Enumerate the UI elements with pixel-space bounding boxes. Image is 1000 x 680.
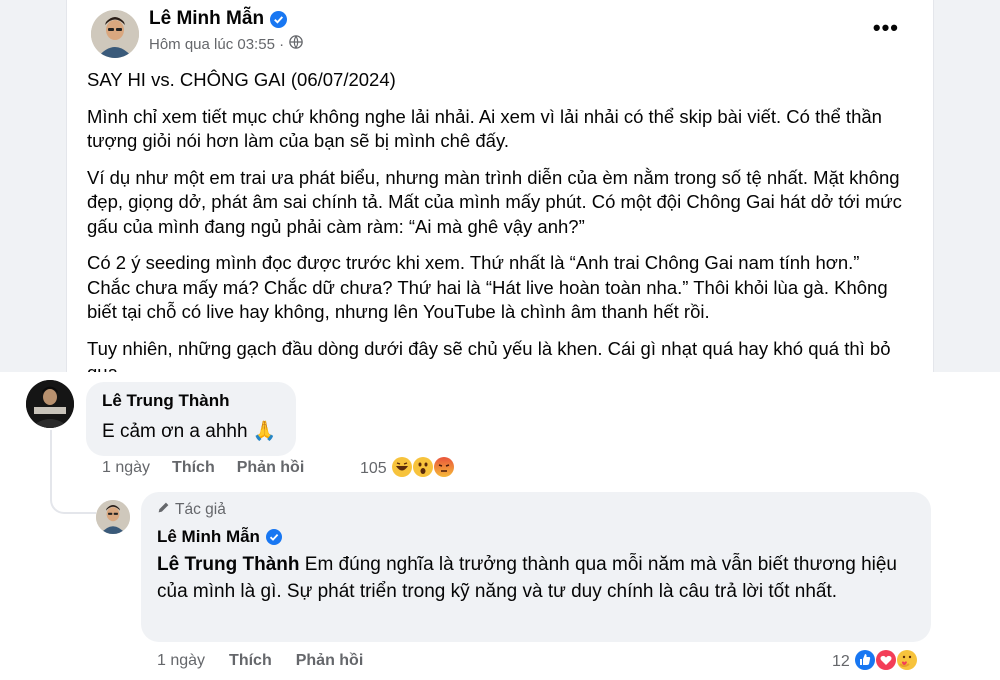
more-options-icon[interactable]: ••• [873,17,899,39]
post-body: SAY HI vs. CHÔNG GAI (06/07/2024) Mình c… [87,68,907,398]
globe-icon[interactable] [289,35,303,53]
reply-button[interactable]: Phản hồi [296,652,364,670]
verified-badge-icon [270,10,288,28]
reply-bubble: Tác giả Lê Minh Mẫn Lê Trung Thành Em đú… [141,492,931,642]
post-author-avatar[interactable] [91,10,139,58]
reply-button[interactable]: Phản hồi [237,459,305,477]
verified-badge-icon [265,528,283,546]
pencil-icon [157,501,170,519]
thread-connector [50,472,96,514]
reply-actions: 1 ngày Thích Phản hồi [157,652,363,670]
post-paragraph: Ví dụ như một em trai ưa phát biểu, nhưn… [87,166,902,237]
author-tag: Tác giả [157,501,226,519]
reaction-count: 105 [360,460,387,477]
reaction-icons [852,649,922,675]
reply-text: Lê Trung Thành Em đúng nghĩa là trưởng t… [157,554,897,602]
post-timestamp[interactable]: Hôm qua lúc 03:55 · [149,36,284,53]
reaction-summary[interactable]: 105 [360,456,459,482]
reaction-icons [389,456,459,482]
comment-text: E cảm ơn a ahhh 🙏 [102,421,277,442]
post-paragraph: Có 2 ý seeding mình đọc được trước khi x… [87,252,888,322]
post-paragraph: Mình chỉ xem tiết mục chứ không nghe lải… [87,105,882,152]
reaction-count: 12 [832,653,850,670]
comment-author[interactable]: Lê Trung Thành [102,391,276,411]
like-button[interactable]: Thích [229,652,272,670]
like-button[interactable]: Thích [172,459,215,477]
post-author-name[interactable]: Lê Minh Mẫn [149,8,288,30]
angry-reaction-icon [432,456,459,482]
reply-time[interactable]: 1 ngày [157,652,205,670]
comment-bubble: Lê Trung Thành E cảm ơn a ahhh 🙏 [86,382,297,456]
post-background: Lê Minh Mẫn Hôm qua lúc 03:55 · ••• SAY … [0,0,1000,383]
care-reaction-icon [895,649,922,675]
comment-time[interactable]: 1 ngày [102,459,150,477]
comment-section: Lê Trung Thành E cảm ơn a ahhh 🙏 1 ngày … [0,372,1000,680]
comment-avatar[interactable] [26,380,74,428]
post-card: Lê Minh Mẫn Hôm qua lúc 03:55 · ••• SAY … [66,0,934,383]
post-meta: Hôm qua lúc 03:55 · [149,35,303,53]
mention-link[interactable]: Lê Trung Thành [157,554,300,575]
reply-avatar[interactable] [96,500,130,534]
reply-author[interactable]: Lê Minh Mẫn [157,527,283,547]
post-title: SAY HI vs. CHÔNG GAI (06/07/2024) [87,69,396,90]
comment-actions: 1 ngày Thích Phản hồi [102,459,304,477]
reaction-summary[interactable]: 12 [832,649,922,675]
